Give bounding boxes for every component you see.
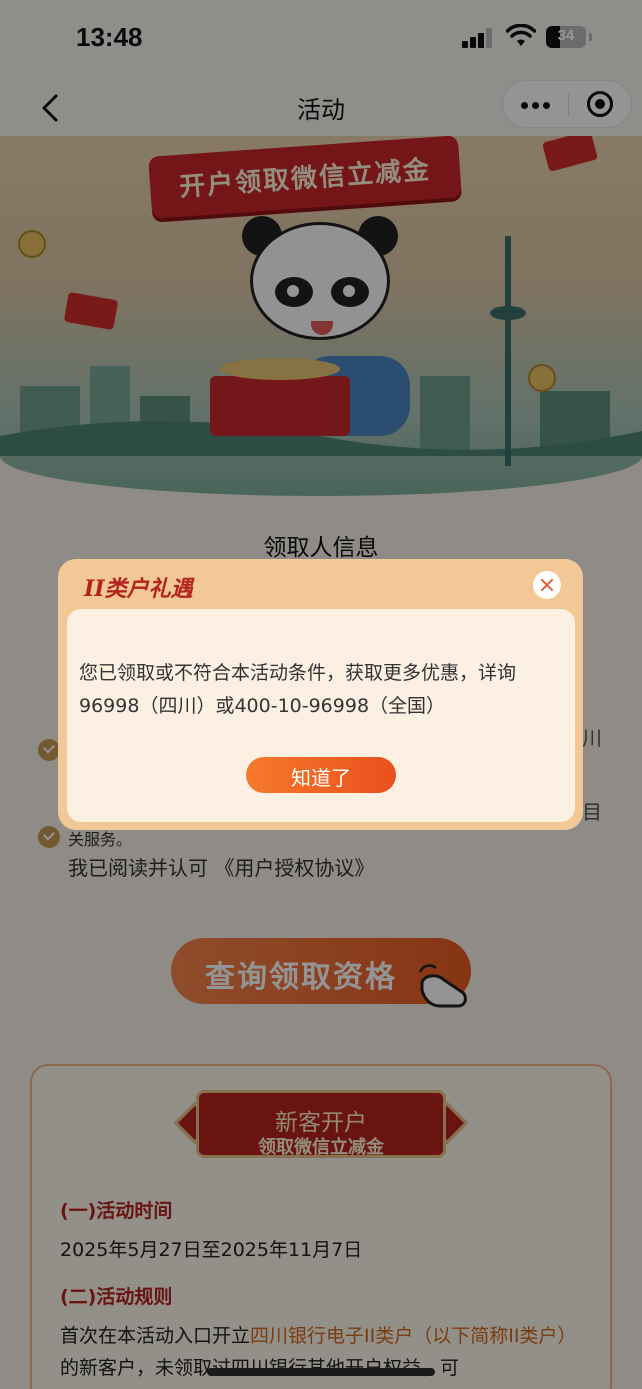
- ok-button[interactable]: 知道了: [246, 757, 396, 793]
- modal-body: 您已领取或不符合本活动条件，获取更多优惠，详询96998（四川）或400-10-…: [67, 609, 575, 822]
- notice-modal: II类户礼遇 您已领取或不符合本活动条件，获取更多优惠，详询96998（四川）或…: [58, 559, 583, 830]
- modal-title: II类户礼遇: [84, 576, 193, 602]
- modal-message: 您已领取或不符合本活动条件，获取更多优惠，详询96998（四川）或400-10-…: [79, 662, 517, 717]
- home-indicator[interactable]: [207, 1368, 435, 1376]
- ok-button-label: 知道了: [291, 766, 351, 790]
- close-icon[interactable]: [533, 571, 561, 599]
